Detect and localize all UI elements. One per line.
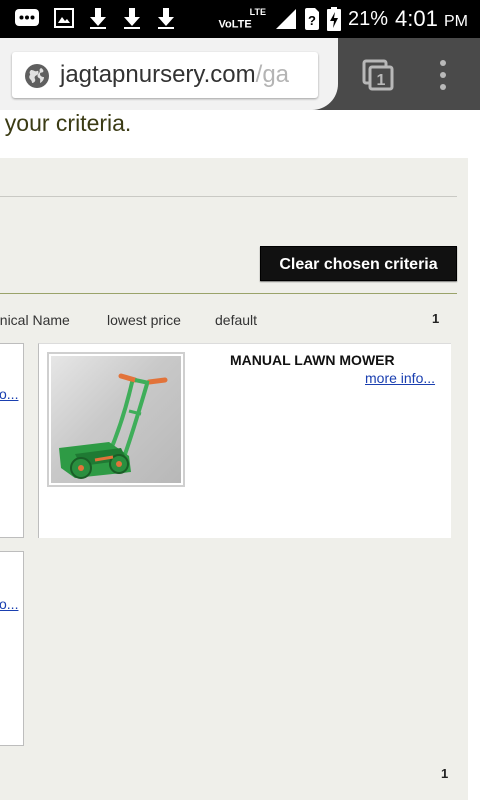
battery-percent: 21% <box>348 7 389 30</box>
image-icon <box>54 8 74 28</box>
sort-lowest-price[interactable]: lowest price <box>107 312 181 328</box>
product-image[interactable] <box>47 352 185 487</box>
product-card: MANUAL LAWN MOWER more info... <box>38 343 451 538</box>
divider <box>0 293 457 294</box>
url-text: jagtapnursery.com/ga <box>60 61 290 88</box>
tab-switcher-icon[interactable]: 1 <box>362 59 394 91</box>
globe-icon <box>25 64 49 88</box>
product-card-partial: o... <box>0 551 24 746</box>
results-panel: Clear chosen criteria anical Name lowest… <box>0 158 468 800</box>
pagination-bottom[interactable]: 1 <box>441 766 448 781</box>
signal-icon <box>276 9 297 29</box>
page-content: t your criteria. Clear chosen criteria a… <box>0 110 480 800</box>
messaging-icon <box>15 9 39 26</box>
volte-indicator: VoLTELTE <box>218 7 267 31</box>
pagination-top[interactable]: 1 <box>432 311 439 326</box>
more-info-link[interactable]: more info... <box>365 370 435 386</box>
url-bar[interactable]: jagtapnursery.com/ga <box>12 52 318 98</box>
more-info-link[interactable]: o... <box>0 596 18 612</box>
overflow-menu-icon[interactable] <box>436 58 450 92</box>
product-title[interactable]: MANUAL LAWN MOWER <box>230 352 395 368</box>
criteria-message: t your criteria. <box>0 110 132 136</box>
download-icon <box>90 8 106 29</box>
no-sim-icon: ? <box>305 8 320 30</box>
status-bar: VoLTELTE ? 21% 4:01 PM <box>0 0 480 38</box>
clock: 4:01 PM <box>395 6 468 31</box>
notification-icons <box>14 7 176 29</box>
download-icon <box>158 8 174 29</box>
url-tab-area: jagtapnursery.com/ga <box>0 38 338 110</box>
divider <box>0 196 457 197</box>
screen: VoLTELTE ? 21% 4:01 PM jagtapnursery.com… <box>0 0 480 800</box>
browser-toolbar: jagtapnursery.com/ga 1 <box>0 38 480 110</box>
svg-text:?: ? <box>308 13 316 28</box>
download-icon <box>124 8 140 29</box>
sort-botanical-name[interactable]: anical Name <box>0 312 70 328</box>
tab-count: 1 <box>377 72 386 89</box>
lawn-mower-image <box>59 373 168 479</box>
product-card-partial: o... <box>0 343 24 538</box>
sort-default[interactable]: default <box>215 312 257 328</box>
more-info-link[interactable]: o... <box>0 386 18 402</box>
battery-charging-icon <box>327 7 342 31</box>
system-icons: VoLTELTE ? 21% 4:01 PM <box>218 0 468 38</box>
clear-criteria-button[interactable]: Clear chosen criteria <box>260 246 457 281</box>
